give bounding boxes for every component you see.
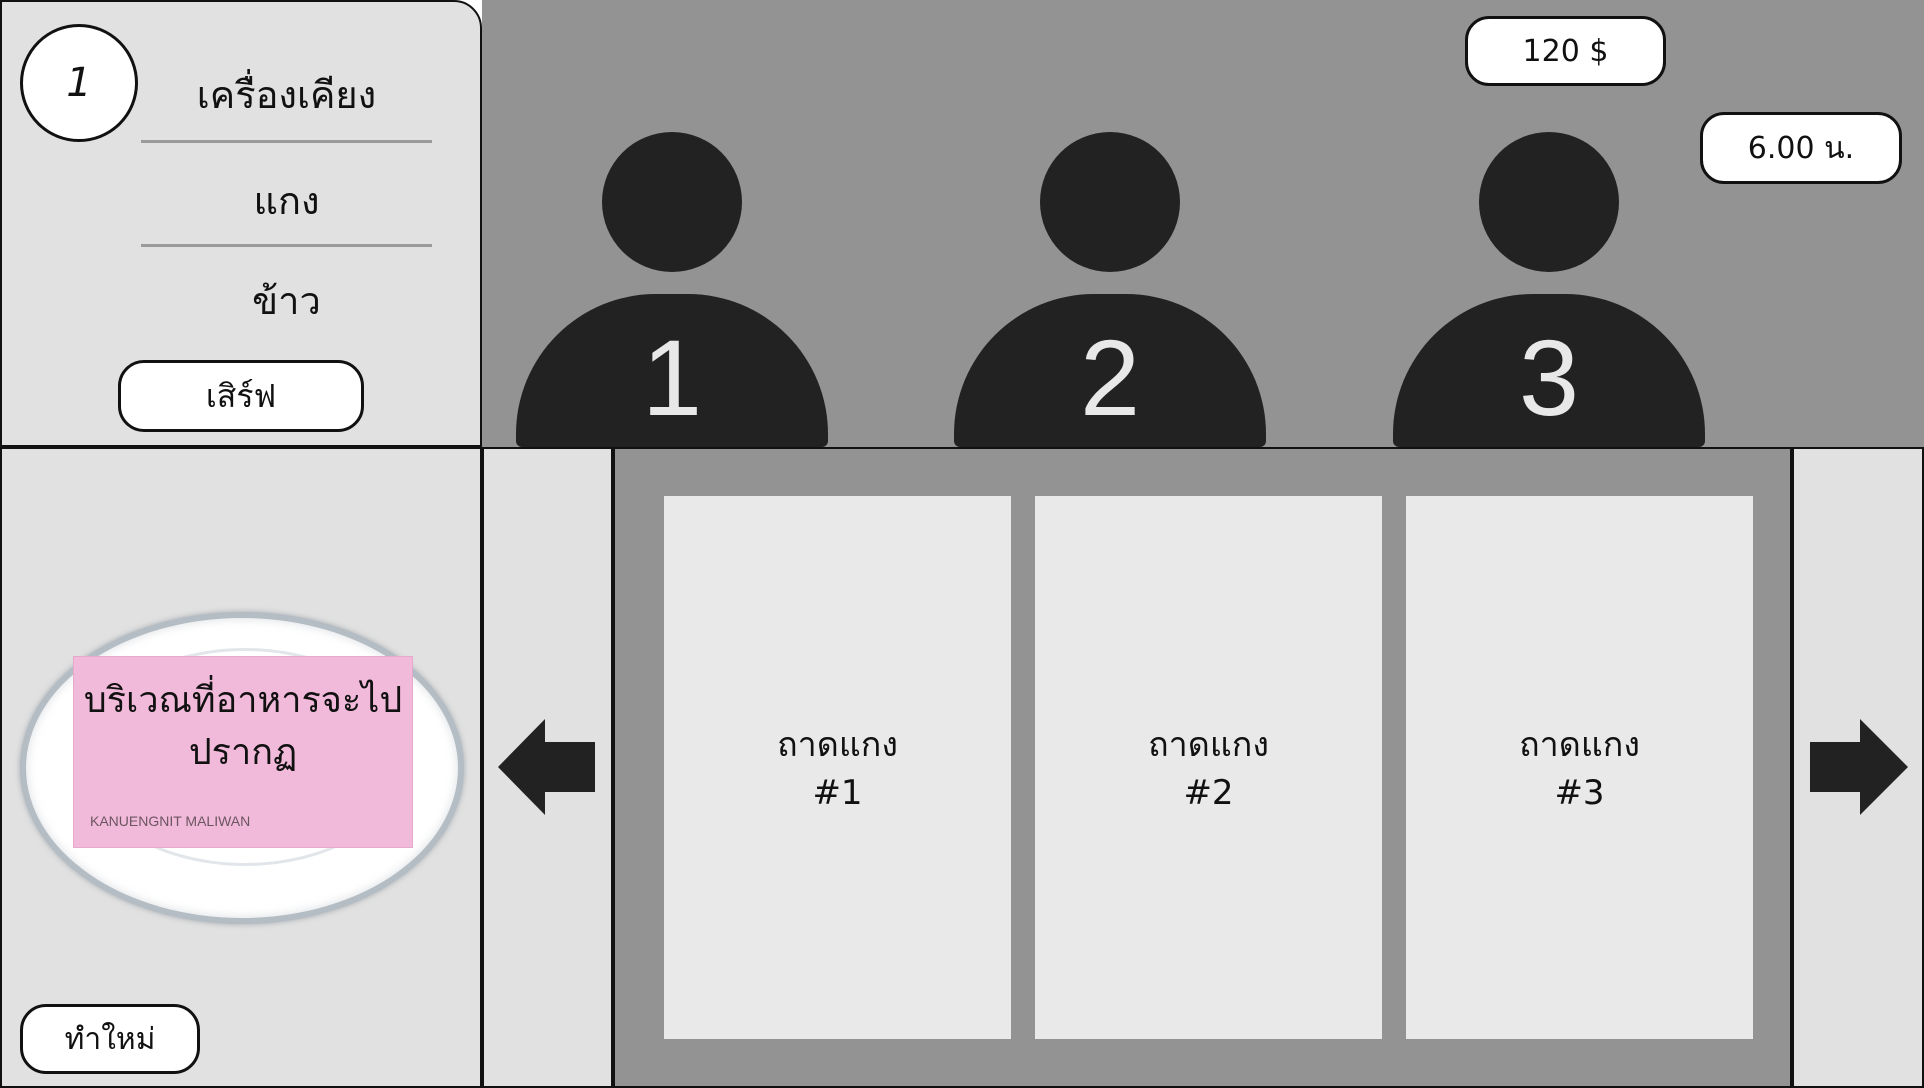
customer-body: 2: [954, 294, 1266, 447]
money-display: 120 $: [1465, 16, 1666, 86]
note-author: KANUENGNIT MALIWAN: [90, 813, 251, 829]
customer-number: 2: [1079, 317, 1141, 438]
serve-button[interactable]: เสิร์ฟ: [118, 360, 364, 432]
tray-number: #2: [1183, 772, 1234, 813]
order-item-rice: ข้าว: [252, 279, 321, 323]
tray-number: #3: [1554, 772, 1605, 813]
order-number-badge: 1: [20, 24, 138, 142]
tray-label: ถาดแกง: [1519, 724, 1640, 765]
reset-button[interactable]: ทำใหม่: [20, 1004, 200, 1074]
tray-label: ถาดแกง: [777, 724, 898, 765]
order-divider: [141, 244, 432, 247]
curry-tray-2[interactable]: ถาดแกง #2: [1035, 496, 1382, 1039]
curry-tray-1[interactable]: ถาดแกง #1: [664, 496, 1011, 1039]
customer-head: [1040, 132, 1180, 272]
customer-number: 1: [641, 317, 703, 438]
order-item-curry: แกง: [253, 179, 320, 223]
arrow-left-icon: [498, 719, 595, 815]
order-item-side-dish: เครื่องเคียง: [196, 73, 377, 117]
curry-tray-3[interactable]: ถาดแกง #3: [1406, 496, 1753, 1039]
food-placeholder-text: บริเวณที่อาหารจะไปปรากฏ: [83, 680, 403, 773]
order-divider: [141, 140, 432, 143]
time-display: 6.00 น.: [1700, 112, 1902, 184]
customer-head: [602, 132, 742, 272]
customer-body: 1: [516, 294, 828, 447]
arrow-right-icon: [1810, 719, 1908, 815]
customer-number: 3: [1518, 317, 1580, 438]
tray-number: #1: [812, 772, 863, 813]
food-placeholder-note: บริเวณที่อาหารจะไปปรากฏ KANUENGNIT MALIW…: [73, 656, 413, 848]
previous-trays-button[interactable]: [482, 447, 613, 1088]
customer-head: [1479, 132, 1619, 272]
customer-3[interactable]: 3: [1393, 132, 1705, 447]
customer-2[interactable]: 2: [954, 132, 1266, 447]
customer-body: 3: [1393, 294, 1705, 447]
next-trays-button[interactable]: [1792, 447, 1924, 1088]
tray-label: ถาดแกง: [1148, 724, 1269, 765]
customer-1[interactable]: 1: [516, 132, 828, 447]
